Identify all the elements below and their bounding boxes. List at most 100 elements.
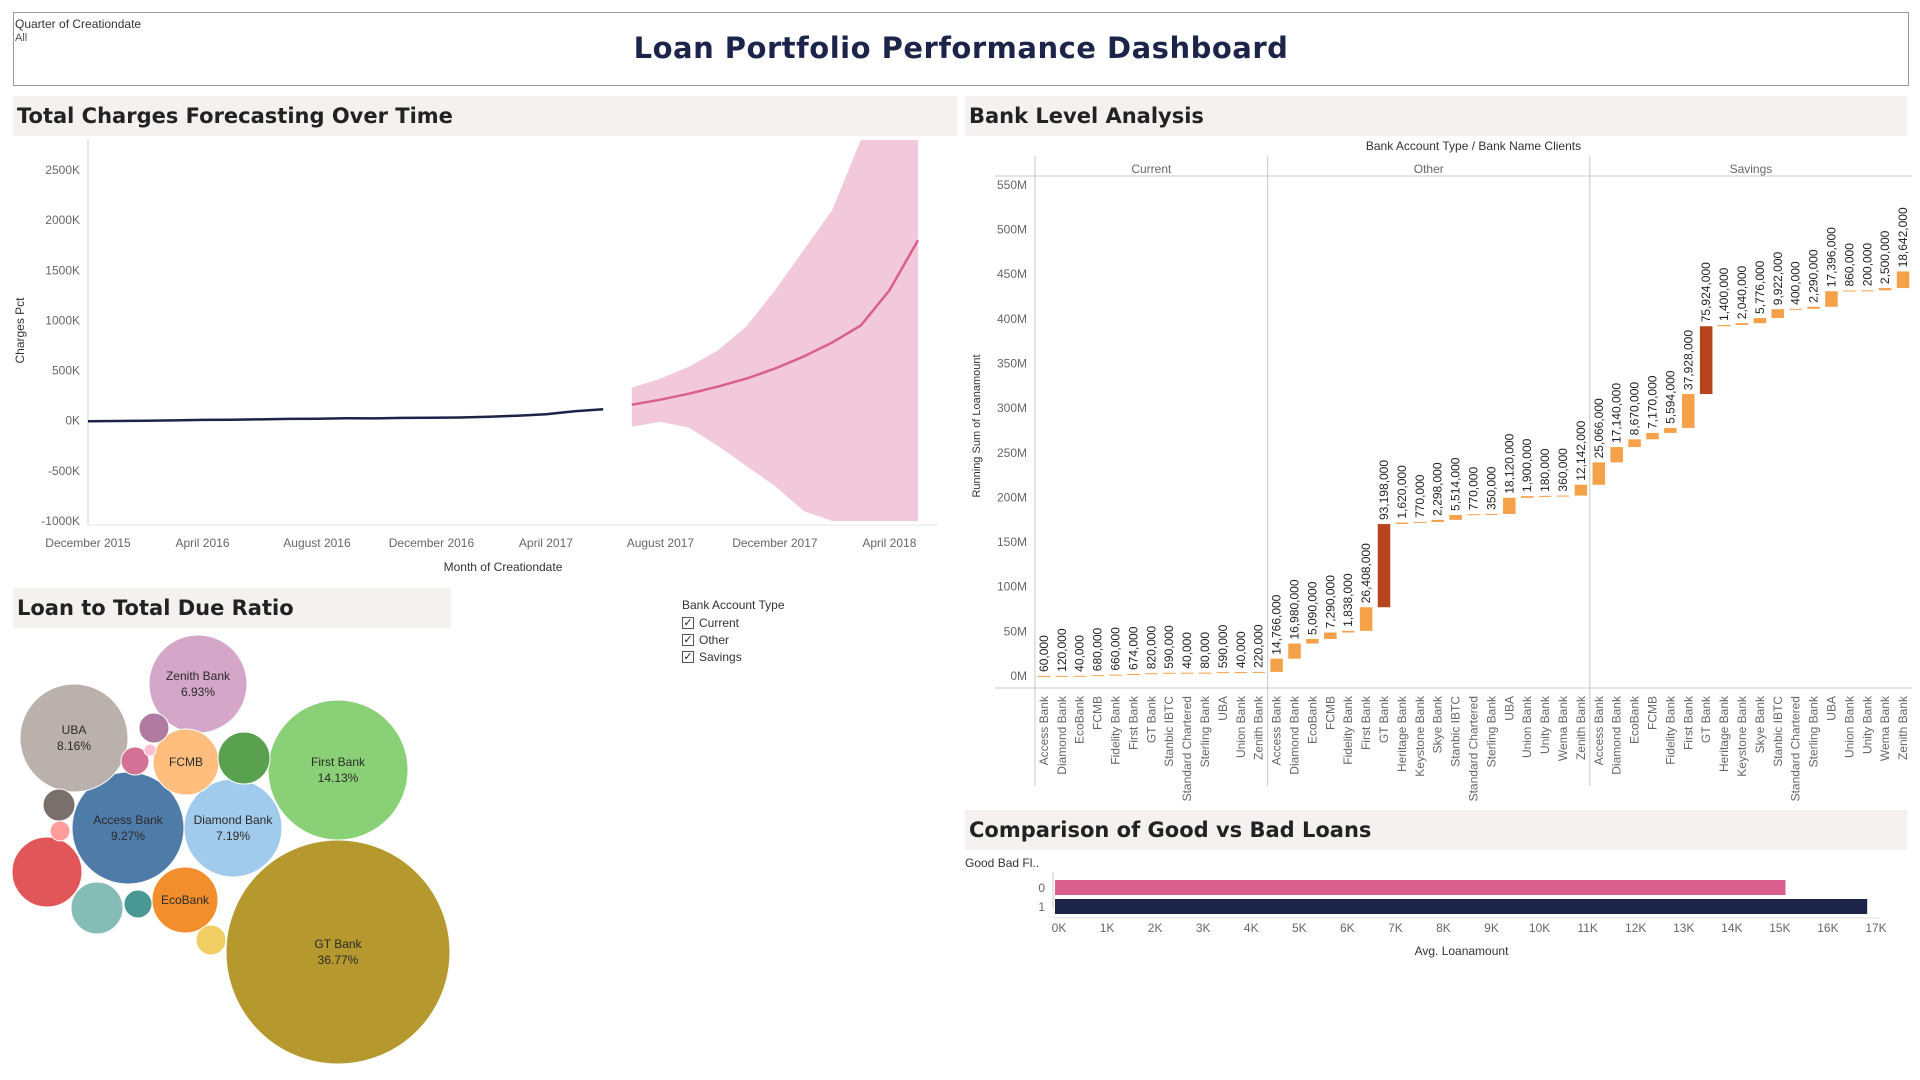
actual-series-line xyxy=(87,407,604,423)
uba-bubble-pct: 8.16% xyxy=(57,739,91,753)
diamond-bank-bubble-pct: 7.19% xyxy=(216,829,250,843)
checkbox-checked-icon[interactable]: ✓ xyxy=(682,616,694,629)
bar-value-label: 40,000 xyxy=(1180,632,1194,669)
x-tick-label: UBA xyxy=(1824,696,1838,721)
fcmb-bubble-label: FCMB xyxy=(169,755,203,769)
x-tick-label: Sterling Bank xyxy=(1807,695,1821,767)
waterfall-bar xyxy=(1520,496,1534,498)
waterfall-bar xyxy=(1324,632,1337,639)
bar-value-label: 60,000 xyxy=(1037,635,1051,672)
waterfall-bar xyxy=(1109,674,1122,676)
x-tick-label: Fidelity Bank xyxy=(1341,695,1355,765)
x-tick-label: December 2015 xyxy=(45,536,131,550)
y-tick-label: 500K xyxy=(52,364,80,378)
bank-section-title: Bank Level Analysis xyxy=(965,96,1907,136)
access-bank-bubble-label: Access Bank xyxy=(93,813,163,827)
y-tick-label: 0K xyxy=(65,414,80,428)
bank-account-type-legend[interactable]: Bank Account Type ✓ Current ✓ Other ✓ Sa… xyxy=(682,598,785,665)
x-tick-label: 2K xyxy=(1148,921,1163,935)
checkbox-checked-icon[interactable]: ✓ xyxy=(682,650,694,663)
diamond-bank-bubble-label: Diamond Bank xyxy=(194,813,274,827)
y-tick-label: 1000K xyxy=(45,313,80,327)
forecast-confidence-band xyxy=(631,140,918,521)
x-tick-label: EcoBank xyxy=(1628,695,1642,744)
uba-bubble-label: UBA xyxy=(62,723,87,737)
y-tick-label: 2500K xyxy=(45,163,80,177)
waterfall-bar xyxy=(1485,513,1498,515)
good-bad-bar-chart[interactable]: Good Bad Fl..010K 1K 2K 3K 4K 5K 6K 7K 8K 9K 10K 11… xyxy=(960,850,1920,970)
bar-value-label: 40,000 xyxy=(1073,635,1087,672)
waterfall-bar xyxy=(1449,514,1462,520)
x-tick-label: December 2017 xyxy=(732,536,818,550)
x-tick-label: Access Bank xyxy=(1037,695,1051,765)
bar-value-label: 200,000 xyxy=(1860,243,1874,287)
category-label: 0 xyxy=(1038,881,1045,895)
x-tick-label: 13K xyxy=(1673,921,1694,935)
loan-ratio-bubble-chart[interactable]: GT Bank 36.77% First Bank 14.13% Access Bank… xyxy=(0,628,460,1080)
x-tick-label: Unity Bank xyxy=(1538,695,1552,754)
x-tick-label: Union Bank xyxy=(1520,695,1534,758)
x-tick-label: Sterling Bank xyxy=(1484,695,1498,767)
y-tick-label: 250M xyxy=(997,446,1027,460)
x-tick-label: August 2016 xyxy=(283,536,351,550)
x-tick-label: Fidelity Bank xyxy=(1109,695,1123,765)
x-tick-label: 5K xyxy=(1292,921,1307,935)
waterfall-bar xyxy=(1860,290,1874,292)
goodbad-section-title: Comparison of Good vs Bad Loans xyxy=(965,810,1907,850)
y-axis-title: Charges Pct xyxy=(13,297,27,364)
y-tick-label: 1500K xyxy=(45,263,80,277)
waterfall-bar xyxy=(1664,427,1677,433)
gt-bank-bubble-label: GT Bank xyxy=(314,937,362,951)
x-tick-label: UBA xyxy=(1216,696,1230,721)
waterfall-bar xyxy=(1341,630,1355,633)
x-tick-label: 14K xyxy=(1721,921,1742,935)
x-tick-label: 17K xyxy=(1865,921,1886,935)
x-tick-label: 12K xyxy=(1625,921,1646,935)
x-tick-label: 0K xyxy=(1052,921,1067,935)
bar-value-label: 860,000 xyxy=(1842,243,1856,287)
x-tick-label: 15K xyxy=(1769,921,1790,935)
legend-item-other[interactable]: ✓ Other xyxy=(682,631,785,648)
forecast-line-chart[interactable]: -1000K -500K 0K 500K 1000K 1500K 2000K 2500K Dec… xyxy=(0,136,960,576)
x-tick-label: 9K xyxy=(1484,921,1499,935)
bar-value-label: 680,000 xyxy=(1091,627,1105,671)
y-tick-label: 2000K xyxy=(45,213,80,227)
bar-value-label: 18,120,000 xyxy=(1502,433,1516,493)
x-tick-label: FCMB xyxy=(1091,696,1105,730)
waterfall-bar xyxy=(1825,291,1838,307)
waterfall-bar xyxy=(1395,522,1409,525)
bank-waterfall-chart[interactable]: Bank Account Type / Bank Name Clients 0M 5… xyxy=(960,136,1920,806)
legend-item-current[interactable]: ✓ Current xyxy=(682,614,785,631)
waterfall-bar xyxy=(1771,309,1785,319)
bar-value-label: 5,514,000 xyxy=(1449,457,1463,511)
bar-value-label: 770,000 xyxy=(1413,474,1427,518)
x-tick-label: Union Bank xyxy=(1234,695,1248,758)
bar-value-label: 180,000 xyxy=(1538,448,1552,492)
checkbox-checked-icon[interactable]: ✓ xyxy=(682,633,694,646)
bar-value-label: 7,170,000 xyxy=(1645,375,1659,429)
waterfall-bar xyxy=(1145,673,1158,675)
bar-value-label: 1,620,000 xyxy=(1395,465,1409,519)
forecast-section-title: Total Charges Forecasting Over Time xyxy=(13,96,957,136)
waterfall-bar xyxy=(1807,306,1820,309)
y-tick-label: 300M xyxy=(997,401,1027,415)
x-tick-label: December 2016 xyxy=(389,536,475,550)
x-tick-label: 8K xyxy=(1436,921,1451,935)
bar-value-label: 674,000 xyxy=(1126,626,1140,670)
waterfall-bar xyxy=(1503,497,1516,514)
first-bank-bubble-pct: 14.13% xyxy=(318,771,359,785)
x-tick-label: 4K xyxy=(1244,921,1259,935)
x-tick-label: Access Bank xyxy=(1270,695,1284,765)
x-tick-label: 7K xyxy=(1388,921,1403,935)
waterfall-bar xyxy=(1091,675,1104,677)
bar-value-label: 5,090,000 xyxy=(1305,581,1319,635)
group-header-savings: Savings xyxy=(1730,162,1773,176)
bar-value-label: 400,000 xyxy=(1789,261,1803,305)
waterfall-bar xyxy=(1198,672,1212,674)
legend-item-savings[interactable]: ✓ Savings xyxy=(682,648,785,665)
waterfall-bar xyxy=(1682,394,1695,428)
group-header-other: Other xyxy=(1414,162,1444,176)
y-tick-label: -1000K xyxy=(41,514,80,528)
waterfall-bar xyxy=(1610,447,1623,463)
x-tick-label: GT Bank xyxy=(1699,695,1713,743)
